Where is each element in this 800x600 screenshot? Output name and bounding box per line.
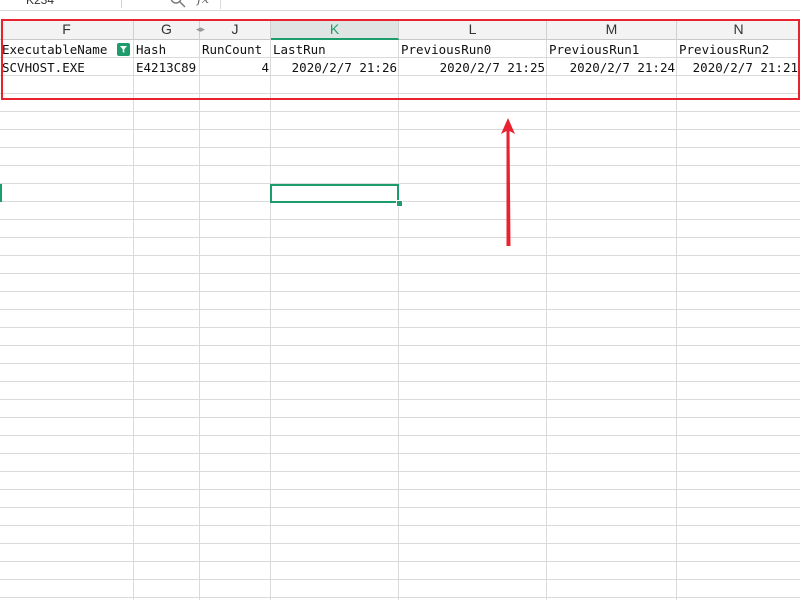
annotation-highlight-box <box>1 19 800 100</box>
fill-handle[interactable] <box>396 200 403 207</box>
formula-input[interactable] <box>220 0 800 9</box>
gridline <box>133 40 134 600</box>
search-icon[interactable] <box>170 0 186 8</box>
annotation-arrow-icon <box>501 118 515 246</box>
cell-grid[interactable] <box>0 40 800 600</box>
gridline <box>676 40 677 600</box>
gridline <box>546 40 547 600</box>
fx-label[interactable]: fx <box>197 0 209 8</box>
gridline <box>398 40 399 600</box>
gridline <box>270 40 271 600</box>
selected-cell[interactable] <box>270 184 399 203</box>
name-box[interactable]: K234 <box>0 0 122 8</box>
active-row-marker <box>0 184 2 202</box>
gridline <box>199 40 200 600</box>
formula-toolbar: K234 fx <box>0 0 800 11</box>
